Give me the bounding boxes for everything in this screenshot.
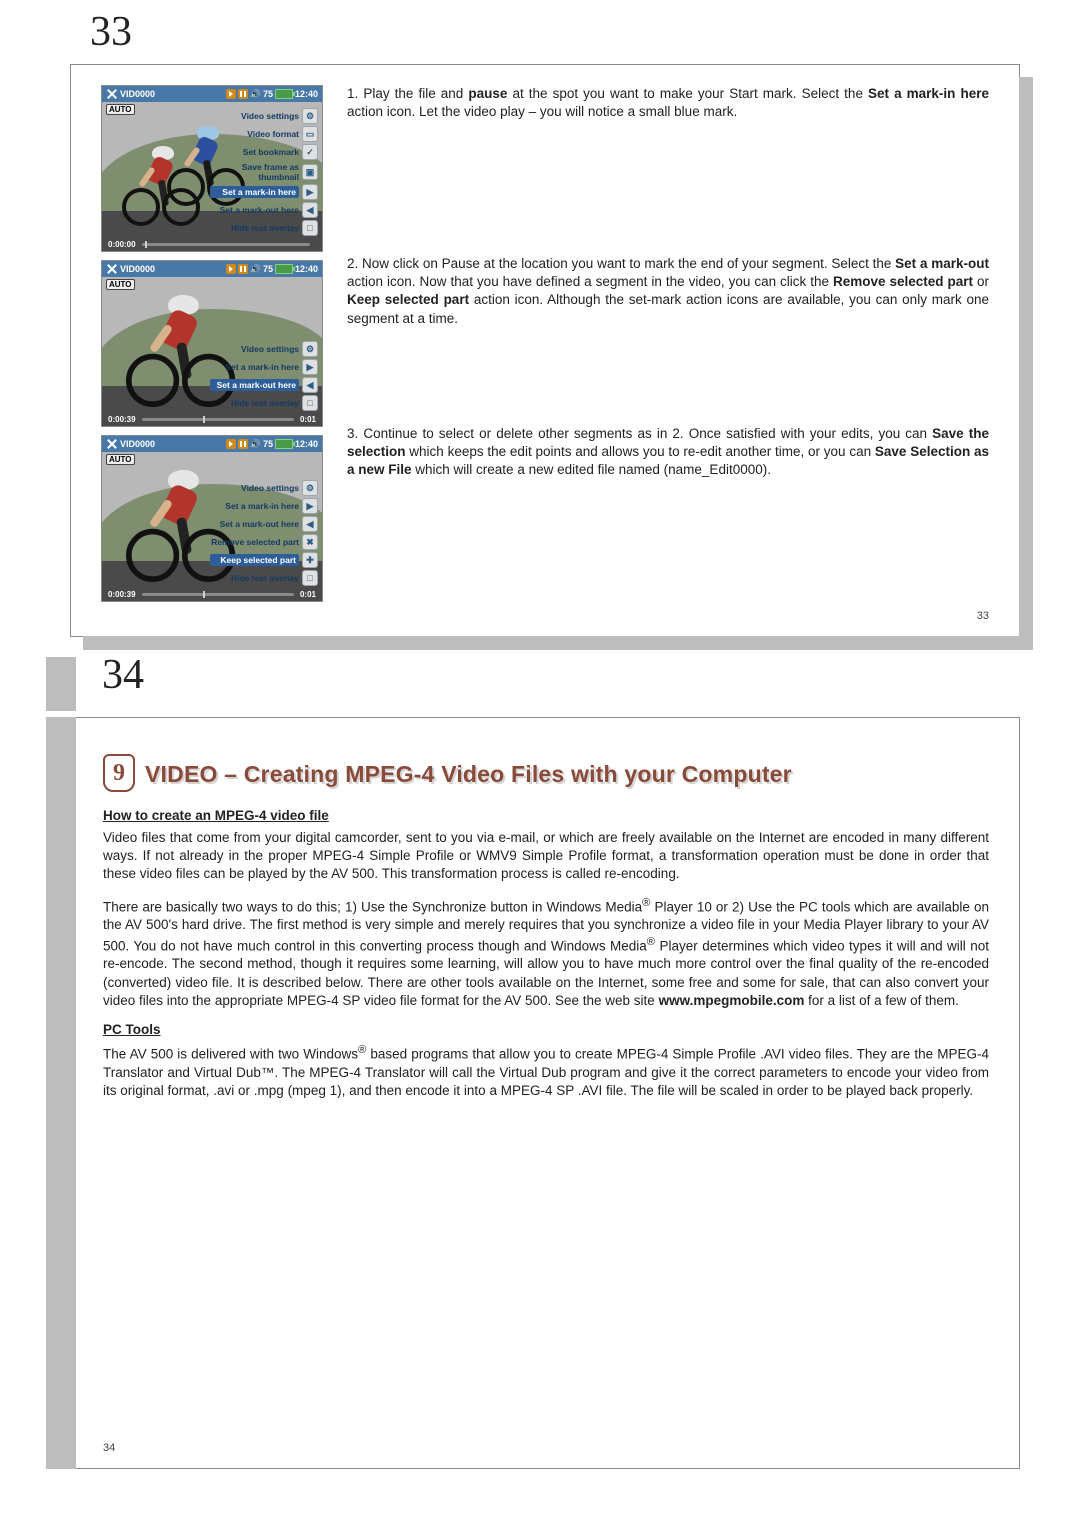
- chapter-heading: 9 VIDEO – Creating MPEG-4 Video Files wi…: [103, 754, 989, 794]
- bookmark-icon: ✓: [302, 144, 318, 160]
- paragraph: There are basically two ways to do this;…: [103, 896, 989, 1010]
- close-icon: [106, 88, 118, 100]
- volume-value: 75: [263, 89, 273, 99]
- page-34-frame: 9 VIDEO – Creating MPEG-4 Video Files wi…: [46, 717, 1020, 1469]
- chapter-number-badge: 9: [103, 754, 137, 794]
- subheading-howto: How to create an MPEG-4 video file: [103, 808, 989, 823]
- page-footer-number: 34: [103, 1442, 989, 1454]
- overlay-icon: □: [302, 220, 318, 236]
- close-icon: [106, 438, 118, 450]
- page-footer-number: 33: [101, 610, 989, 622]
- close-icon: [106, 263, 118, 275]
- paragraph: Video files that come from your digital …: [103, 829, 989, 884]
- video-screenshot-1: VID0000 🔊 75 12:40 AUTO: [101, 85, 323, 252]
- video-title: VID0000: [120, 89, 155, 99]
- auto-badge: AUTO: [106, 104, 135, 115]
- page-shadow: [1019, 77, 1033, 650]
- time-left: 0:00:00: [108, 240, 136, 249]
- page-33-frame: VID0000 🔊 75 12:40 AUTO: [70, 64, 1020, 637]
- gray-tab: [46, 657, 76, 711]
- battery-icon: [275, 89, 293, 99]
- speaker-icon: 🔊: [250, 89, 261, 100]
- video-screenshot-2: VID0000 🔊7512:40 AUTO Video settings⚙ Se…: [101, 260, 323, 427]
- thumbnail-icon: ▣: [302, 164, 318, 180]
- page-number-top-33: 33: [90, 8, 1080, 56]
- step-2-text: 2. Now click on Pause at the location yo…: [347, 255, 989, 328]
- chapter-title: VIDEO – Creating MPEG-4 Video Files with…: [145, 761, 792, 788]
- clock-value: 12:40: [295, 89, 318, 99]
- gear-icon: ⚙: [302, 108, 318, 124]
- mark-out-icon: ◀: [302, 202, 318, 218]
- format-icon: ▭: [302, 126, 318, 142]
- paragraph: The AV 500 is delivered with two Windows…: [103, 1043, 989, 1100]
- play-icon: [226, 89, 236, 99]
- mark-in-icon: ▶: [302, 184, 318, 200]
- page-number-top-34: 34: [102, 651, 144, 699]
- step-1-text: 1. Play the file and pause at the spot y…: [347, 85, 989, 121]
- subheading-pctools: PC Tools: [103, 1022, 989, 1037]
- pause-icon: [238, 89, 248, 99]
- context-menu: Video settings⚙ Video format▭ Set bookma…: [208, 107, 320, 237]
- step-3-text: 3. Continue to select or delete other se…: [347, 425, 989, 480]
- page-shadow: [83, 636, 1033, 650]
- video-screenshot-3: VID0000 🔊7512:40 AUTO Video settings⚙ Se…: [101, 435, 323, 602]
